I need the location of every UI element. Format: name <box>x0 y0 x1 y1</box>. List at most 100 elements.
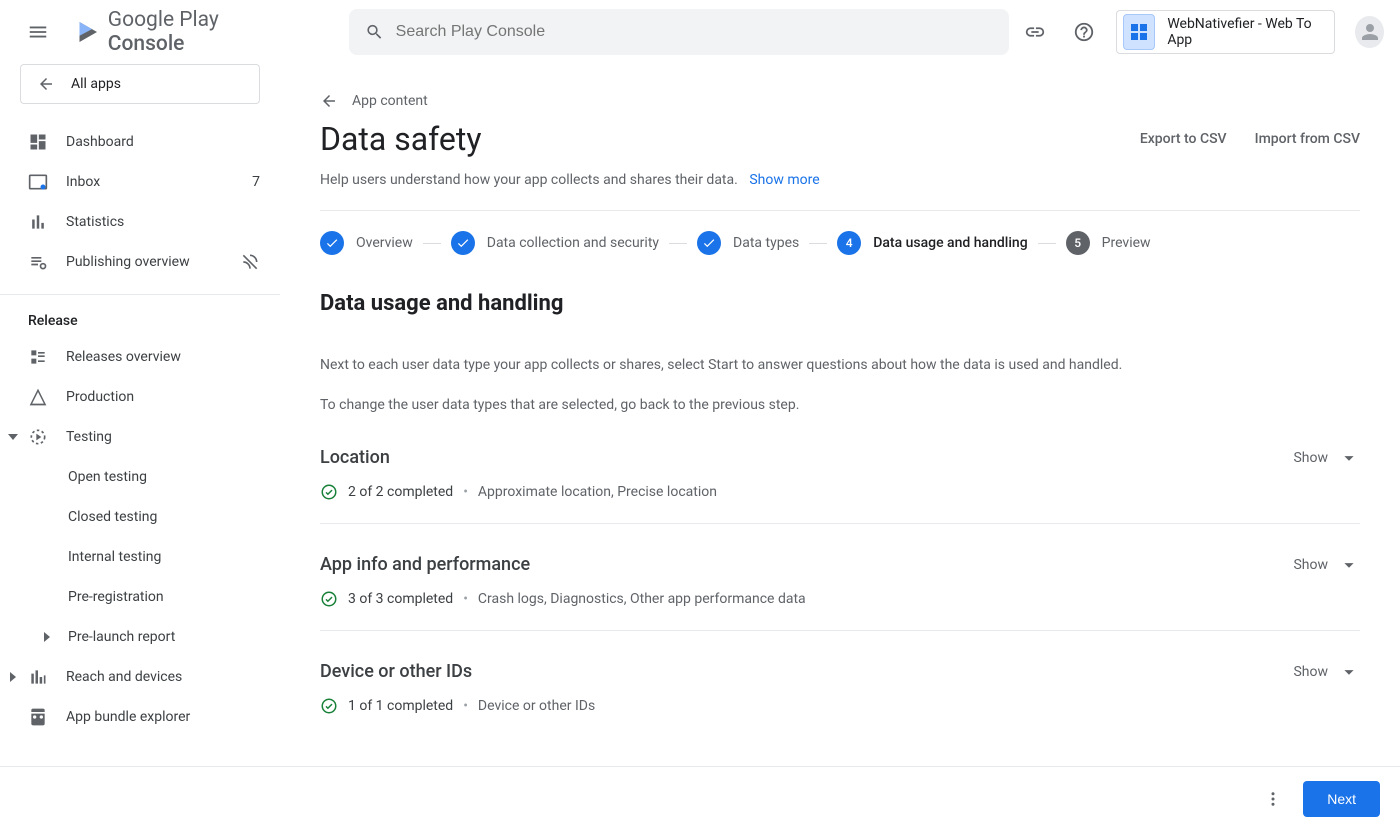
toggle-label: Show <box>1293 664 1328 680</box>
step-connector <box>1038 243 1056 244</box>
bullet-separator: • <box>463 698 468 714</box>
chevron-down-icon <box>1338 554 1360 576</box>
status-text: 3 of 3 completed <box>348 591 453 607</box>
step-circle-current: 4 <box>837 231 861 255</box>
section-p1: Next to each user data type your app col… <box>320 354 1360 376</box>
publish-off-icon <box>240 252 260 272</box>
group-title: Device or other IDs <box>320 661 1293 682</box>
step-data-types[interactable]: Data types <box>697 231 799 255</box>
nav-label: Open testing <box>68 469 260 485</box>
group-title: Location <box>320 447 1293 468</box>
sidebar-item-dashboard[interactable]: Dashboard <box>0 122 280 162</box>
toggle-label: Show <box>1293 557 1328 573</box>
caret-right-icon <box>6 670 20 684</box>
main-menu-button[interactable] <box>16 8 60 56</box>
sidebar-item-app-bundle-explorer[interactable]: App bundle explorer <box>0 697 280 737</box>
sidebar-item-testing[interactable]: Testing <box>0 417 280 457</box>
statistics-icon <box>28 212 48 232</box>
dashboard-icon <box>28 132 48 152</box>
group-device-ids: Device or other IDs Show 1 of 1 complete… <box>320 631 1360 737</box>
sidebar-item-internal-testing[interactable]: Internal testing <box>0 537 280 577</box>
step-connector <box>809 243 827 244</box>
step-connector <box>423 243 441 244</box>
play-console-logo[interactable]: Google Play Console <box>72 8 281 56</box>
caret-right-icon <box>40 630 54 644</box>
production-icon <box>28 387 48 407</box>
search-bar[interactable] <box>349 9 1009 55</box>
sidebar-item-pre-registration[interactable]: Pre-registration <box>0 577 280 617</box>
app-selector[interactable]: WebNativefier - Web To App <box>1116 10 1335 54</box>
account-avatar[interactable] <box>1355 16 1384 48</box>
link-icon <box>1024 21 1046 43</box>
sidebar-item-publishing-overview[interactable]: Publishing overview <box>0 242 280 282</box>
section-p2: To change the user data types that are s… <box>320 394 1360 416</box>
sidebar-item-reach-devices[interactable]: Reach and devices <box>0 657 280 697</box>
nav-label: Releases overview <box>66 349 260 365</box>
section-description: Next to each user data type your app col… <box>320 354 1360 417</box>
step-label: Data usage and handling <box>873 235 1027 251</box>
sidebar-item-releases-overview[interactable]: Releases overview <box>0 337 280 377</box>
show-more-link[interactable]: Show more <box>749 172 819 188</box>
step-circle-done <box>320 231 344 255</box>
more-vert-icon <box>1264 790 1282 808</box>
step-preview[interactable]: 5 Preview <box>1066 231 1151 255</box>
group-location: Location Show 2 of 2 completed • Approxi… <box>320 417 1360 524</box>
nav-label: Publishing overview <box>66 254 204 270</box>
nav-label: Statistics <box>66 214 260 230</box>
sidebar-item-statistics[interactable]: Statistics <box>0 202 280 242</box>
show-toggle-app-info[interactable]: Show <box>1293 554 1360 576</box>
search-input[interactable] <box>396 23 993 41</box>
app-icon <box>1123 14 1155 50</box>
inbox-icon <box>28 172 48 192</box>
more-actions-button[interactable] <box>1255 781 1291 817</box>
nav-label: Closed testing <box>68 509 260 525</box>
check-circle-icon <box>320 590 338 608</box>
step-overview[interactable]: Overview <box>320 231 413 255</box>
person-icon <box>1358 20 1382 44</box>
nav-label: Testing <box>66 429 260 445</box>
show-toggle-location[interactable]: Show <box>1293 447 1360 469</box>
step-label: Preview <box>1102 235 1151 251</box>
help-button[interactable] <box>1066 12 1102 52</box>
testing-icon <box>28 427 48 447</box>
help-icon <box>1073 21 1095 43</box>
breadcrumb-back[interactable]: App content <box>320 92 1360 110</box>
group-app-info: App info and performance Show 3 of 3 com… <box>320 524 1360 631</box>
nav-label: Reach and devices <box>66 669 260 685</box>
step-label: Data types <box>733 235 799 251</box>
sidebar-item-pre-launch-report[interactable]: Pre-launch report <box>0 617 280 657</box>
search-icon <box>365 22 384 42</box>
step-data-collection[interactable]: Data collection and security <box>451 231 659 255</box>
check-circle-icon <box>320 483 338 501</box>
step-connector <box>669 243 687 244</box>
group-title: App info and performance <box>320 554 1293 575</box>
reach-icon <box>28 667 48 687</box>
nav-divider <box>0 294 280 295</box>
nav-label: App bundle explorer <box>66 709 260 725</box>
desc-text: Help users understand how your app colle… <box>320 172 738 188</box>
sidebar-item-production[interactable]: Production <box>0 377 280 417</box>
nav-label: Production <box>66 389 260 405</box>
show-toggle-device-ids[interactable]: Show <box>1293 661 1360 683</box>
divider <box>320 210 1360 211</box>
link-button[interactable] <box>1017 12 1053 52</box>
chevron-down-icon <box>1338 661 1360 683</box>
next-button[interactable]: Next <box>1303 781 1380 817</box>
status-text: 1 of 1 completed <box>348 698 453 714</box>
export-csv-button[interactable]: Export to CSV <box>1140 123 1227 155</box>
sidebar-item-inbox[interactable]: Inbox 7 <box>0 162 280 202</box>
nav-label: Dashboard <box>66 134 260 150</box>
sidebar-item-closed-testing[interactable]: Closed testing <box>0 497 280 537</box>
sidebar-item-open-testing[interactable]: Open testing <box>0 457 280 497</box>
stepper: Overview Data collection and security Da… <box>320 231 1360 255</box>
step-label: Overview <box>356 235 413 251</box>
all-apps-button[interactable]: All apps <box>20 64 260 104</box>
section-title: Data usage and handling <box>320 291 1360 316</box>
bullet-separator: • <box>463 484 468 500</box>
sidebar: All apps Dashboard Inbox 7 Statistics Pu… <box>0 64 280 766</box>
step-circle-done <box>451 231 475 255</box>
check-icon <box>456 236 470 250</box>
step-data-usage[interactable]: 4 Data usage and handling <box>837 231 1027 255</box>
import-csv-button[interactable]: Import from CSV <box>1255 123 1360 155</box>
bundle-icon <box>28 707 48 727</box>
